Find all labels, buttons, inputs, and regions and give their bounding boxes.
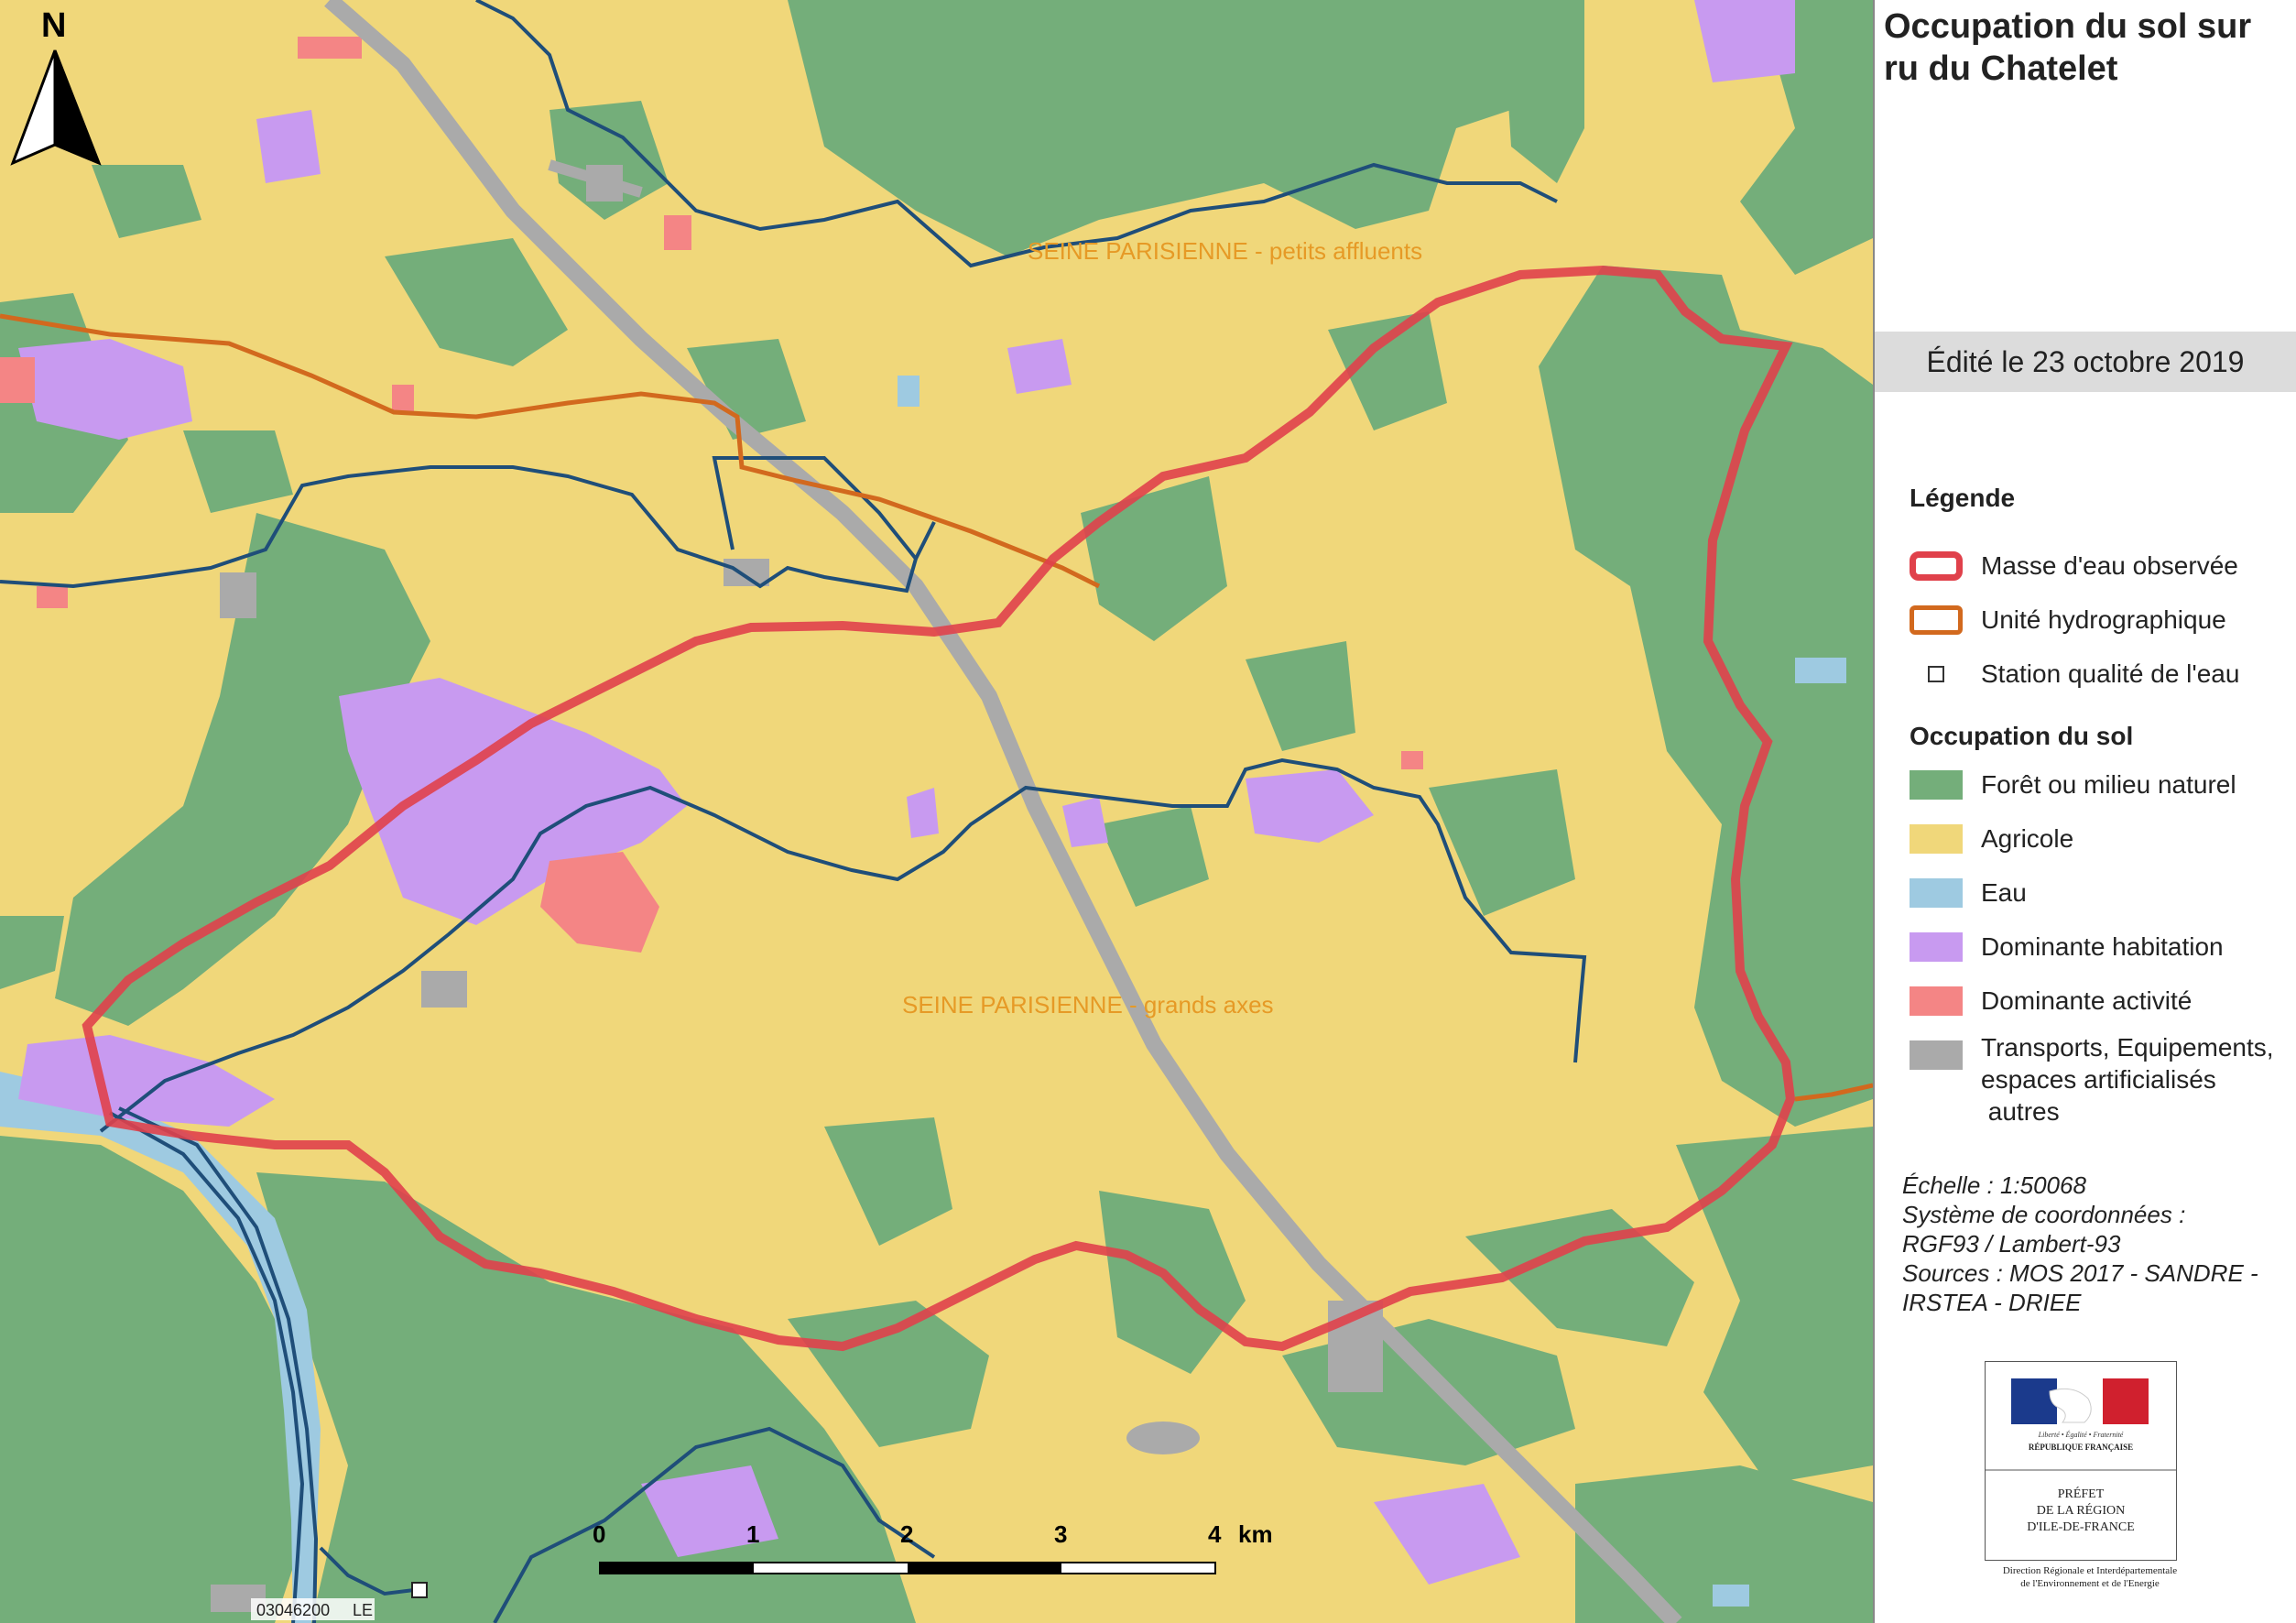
land-use-map[interactable]: SEINE PARISIENNE - petits affluents SEIN…: [0, 0, 1873, 1623]
legend-label: Masse d'eau observée: [1981, 551, 2238, 580]
transport-swatch: [1910, 1040, 1963, 1070]
legend-label: Eau: [1981, 878, 2027, 907]
north-label: N: [41, 6, 66, 45]
station-square-icon: [1928, 666, 1944, 682]
scale-text: Échelle : 1:50068: [1902, 1171, 2086, 1199]
legend-item-station: Station qualité de l'eau: [1910, 656, 2239, 692]
lower-unit-label: SEINE PARISIENNE - grands axes: [902, 991, 1274, 1018]
marianne-logo-icon: Liberté • Égalité • Fraternité RÉPUBLIQU…: [1986, 1378, 2176, 1534]
logo-motto: Liberté • Égalité • Fraternité: [2038, 1430, 2124, 1439]
logo-subtitle: Direction Régionale et Interdépartementa…: [2002, 1565, 2178, 1589]
legend-label: Agricole: [1981, 824, 2074, 853]
forest-swatch: [1910, 770, 1963, 800]
scale-tick-0: 0: [593, 1520, 605, 1548]
habitation-swatch: [1910, 932, 1963, 962]
legend-label: Forêt ou milieu naturel: [1981, 770, 2236, 799]
legend-item-hydrographic-unit: Unité hydrographique: [1910, 602, 2226, 638]
legend-label: Unité hydrographique: [1981, 605, 2226, 634]
legend-item-habitation: Dominante habitation: [1910, 929, 2224, 965]
observed-water-body-swatch: [1910, 551, 1963, 581]
crs-text-1: Système de coordonnées :: [1902, 1201, 2186, 1228]
side-panel: Occupation du sol sur ru du Chatelet Édi…: [1873, 0, 2296, 1623]
logo-republic: RÉPUBLIQUE FRANÇAISE: [2029, 1443, 2133, 1452]
agricultural-swatch: [1910, 824, 1963, 854]
legend-item-observed-water-body: Masse d'eau observée: [1910, 548, 2238, 584]
upper-unit-label: SEINE PARISIENNE - petits affluents: [1028, 237, 1422, 265]
legend-item-agricultural: Agricole: [1910, 821, 2073, 857]
legend-heading: Légende: [1910, 484, 2016, 512]
scale-tick-2: 2: [900, 1520, 913, 1548]
legend-item-forest: Forêt ou milieu naturel: [1910, 767, 2236, 803]
logo-prefet-3: D'ILE-DE-FRANCE: [2027, 1520, 2135, 1534]
water-quality-station[interactable]: [411, 1582, 428, 1598]
landuse-heading: Occupation du sol: [1910, 722, 2134, 750]
logo-prefet-2: DE LA RÉGION: [2037, 1502, 2125, 1518]
scale-unit: km: [1238, 1520, 1273, 1548]
scale-tick-3: 3: [1054, 1520, 1067, 1548]
water-swatch: [1910, 878, 1963, 908]
edition-date: Édité le 23 octobre 2019: [1875, 332, 2296, 392]
logo-prefet-1: PRÉFET: [2058, 1486, 2105, 1501]
prefecture-logo: Liberté • Égalité • Fraternité RÉPUBLIQU…: [1985, 1361, 2177, 1561]
legend-label: Station qualité de l'eau: [1981, 659, 2240, 688]
legend-label-transport: Transports, Equipements, espaces artific…: [1981, 1033, 2274, 1126]
station-suffix-label: LE: [353, 1601, 373, 1619]
scale-tick-1: 1: [746, 1520, 759, 1548]
legend-label: Dominante activité: [1981, 986, 2193, 1015]
map-title: Occupation du sol sur ru du Chatelet: [1884, 7, 2252, 88]
hydrographic-unit-swatch: [1910, 605, 1963, 635]
station-code-label: 03046200: [256, 1601, 330, 1619]
legend-item-activity: Dominante activité: [1910, 983, 2192, 1019]
sources-text-2: IRSTEA - DRIEE: [1902, 1289, 2082, 1316]
legend-item-transport: [1910, 1037, 1963, 1073]
crs-text-2: RGF93 / Lambert-93: [1902, 1230, 2121, 1258]
sources-text-1: Sources : MOS 2017 - SANDRE -: [1902, 1259, 2258, 1287]
scale-tick-4: 4: [1208, 1520, 1222, 1548]
legend-item-water: Eau: [1910, 875, 2027, 911]
legend-label: Dominante habitation: [1981, 932, 2224, 961]
activity-swatch: [1910, 986, 1963, 1016]
map-metadata: Échelle : 1:50068 Système de coordonnées…: [1902, 1171, 2258, 1317]
